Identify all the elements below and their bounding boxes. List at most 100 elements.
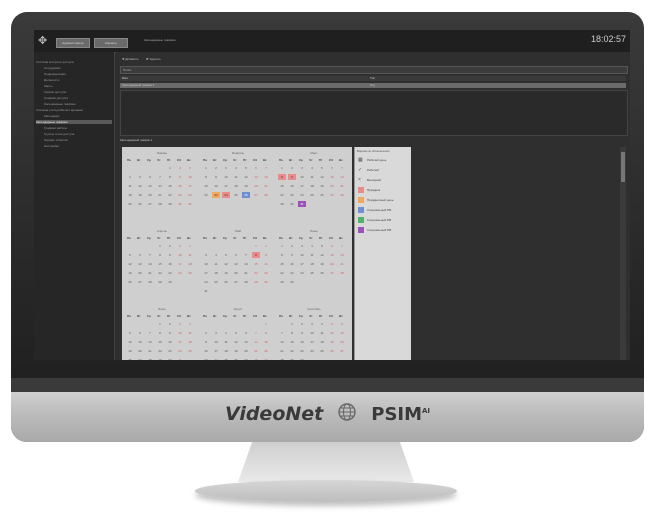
calendar-day[interactable]: 21 [242, 270, 250, 276]
calendar-day[interactable]: 25 [308, 270, 316, 276]
calendar-day[interactable]: 4 [186, 243, 194, 249]
calendar-day[interactable]: 10 [176, 252, 184, 258]
calendar-day[interactable]: 19 [126, 270, 134, 276]
calendar-day[interactable]: 1 [156, 321, 164, 327]
calendar-day[interactable]: 12 [318, 252, 326, 258]
calendar-day[interactable]: 14 [146, 339, 154, 345]
calendar-day[interactable]: 5 [126, 330, 134, 336]
calendar-day[interactable]: 15 [156, 261, 164, 267]
calendar-day[interactable]: 25 [126, 201, 134, 207]
calendar-day[interactable]: 28 [252, 357, 260, 360]
calendar-day[interactable]: 15 [288, 339, 296, 345]
calendar-day[interactable]: 2 [166, 243, 174, 249]
calendar-day[interactable]: 20 [252, 183, 260, 189]
calendar-day[interactable]: 13 [242, 339, 250, 345]
calendar-day[interactable]: 15 [278, 261, 286, 267]
calendar-day[interactable]: 27 [252, 192, 260, 198]
column-header-type[interactable]: Тип [370, 76, 375, 81]
calendar-day[interactable]: 9 [288, 174, 296, 180]
calendar-day[interactable]: 14 [338, 252, 346, 258]
calendar-day[interactable]: 15 [252, 261, 260, 267]
calendar-day[interactable]: 6 [338, 321, 346, 327]
calendar-day[interactable]: 18 [186, 339, 194, 345]
calendar-day[interactable]: 5 [242, 165, 250, 171]
calendar-day[interactable]: 28 [242, 279, 250, 285]
calendar-day[interactable]: 23 [288, 192, 296, 198]
calendar-day[interactable]: 16 [288, 261, 296, 267]
calendar-day[interactable]: 11 [318, 330, 326, 336]
calendar-day[interactable]: 1 [156, 243, 164, 249]
calendar-day[interactable]: 7 [262, 165, 270, 171]
calendar-day[interactable]: 22 [156, 348, 164, 354]
calendar-day[interactable]: 10 [308, 330, 316, 336]
calendar-day[interactable]: 2 [212, 165, 220, 171]
calendar-day[interactable]: 2 [288, 165, 296, 171]
scrollbar-thumb[interactable] [621, 152, 625, 182]
calendar-day[interactable]: 30 [262, 279, 270, 285]
calendar-day[interactable]: 18 [222, 348, 230, 354]
sidebar-item[interactable]: Календари [44, 114, 59, 118]
calendar-day[interactable]: 14 [242, 261, 250, 267]
calendar-day[interactable]: 19 [222, 270, 230, 276]
calendar-day[interactable]: 5 [136, 174, 144, 180]
calendar-day[interactable]: 15 [156, 339, 164, 345]
calendar-day[interactable]: 5 [232, 330, 240, 336]
calendar-day[interactable]: 3 [176, 243, 184, 249]
calendar-day[interactable]: 10 [212, 339, 220, 345]
calendar-day[interactable]: 16 [202, 348, 210, 354]
calendar-day[interactable]: 10 [186, 174, 194, 180]
calendar-day[interactable]: 18 [186, 261, 194, 267]
calendar-day[interactable]: 15 [278, 183, 286, 189]
calendar-day[interactable]: 28 [156, 201, 164, 207]
calendar-day[interactable]: 17 [176, 261, 184, 267]
calendar-day[interactable]: 9 [166, 252, 174, 258]
calendar-day[interactable]: 11 [126, 183, 134, 189]
calendar-day[interactable]: 4 [318, 321, 326, 327]
calendar-day[interactable]: 18 [308, 183, 316, 189]
calendar-day[interactable]: 7 [146, 330, 154, 336]
calendar-day[interactable]: 21 [146, 348, 154, 354]
calendar-day[interactable]: 23 [166, 270, 174, 276]
calendar-day[interactable]: 12 [232, 339, 240, 345]
calendar-day[interactable]: 5 [328, 321, 336, 327]
calendar-day[interactable]: 24 [308, 348, 316, 354]
calendar-day[interactable]: 11 [308, 252, 316, 258]
calendar-day[interactable]: 31 [176, 357, 184, 360]
calendar-day[interactable]: 1 [262, 321, 270, 327]
calendar-day[interactable]: 18 [308, 261, 316, 267]
calendar-day[interactable]: 7 [156, 174, 164, 180]
calendar-day[interactable]: 7 [338, 243, 346, 249]
calendar-day[interactable]: 11 [232, 174, 240, 180]
calendar-day[interactable]: 26 [126, 279, 134, 285]
calendar-day[interactable]: 24 [212, 357, 220, 360]
calendar-day[interactable]: 27 [328, 192, 336, 198]
calendar-day[interactable]: 30 [288, 201, 296, 207]
calendar-day[interactable]: 17 [308, 339, 316, 345]
calendar-day[interactable]: 16 [212, 183, 220, 189]
calendar-day[interactable]: 13 [328, 252, 336, 258]
calendar-day[interactable]: 19 [318, 261, 326, 267]
calendar-day[interactable]: 30 [298, 357, 306, 360]
calendar-day[interactable]: 27 [136, 357, 144, 360]
calendar-day[interactable]: 23 [212, 192, 220, 198]
calendar-day[interactable]: 24 [176, 348, 184, 354]
calendar-day[interactable]: 8 [166, 174, 174, 180]
calendar-day[interactable]: 21 [278, 348, 286, 354]
sidebar-item[interactable]: Подразделения [44, 72, 66, 76]
sidebar-item[interactable]: Система контроля доступа [36, 60, 74, 64]
calendar-day[interactable]: 28 [146, 279, 154, 285]
calendar-day[interactable]: 9 [166, 330, 174, 336]
calendar-day[interactable]: 27 [232, 279, 240, 285]
calendar-day[interactable]: 9 [212, 174, 220, 180]
calendar-day[interactable]: 2 [288, 243, 296, 249]
calendar-day[interactable]: 25 [318, 348, 326, 354]
calendar-day[interactable]: 27 [242, 357, 250, 360]
calendar-day[interactable]: 4 [308, 243, 316, 249]
calendar-day[interactable]: 15 [202, 183, 210, 189]
calendar-day[interactable]: 1 [166, 165, 174, 171]
calendar-day[interactable]: 30 [176, 201, 184, 207]
column-header-name[interactable]: Имя [122, 76, 128, 81]
calendar-day[interactable]: 3 [222, 165, 230, 171]
calendar-day[interactable]: 13 [232, 261, 240, 267]
calendar-day[interactable]: 20 [136, 270, 144, 276]
